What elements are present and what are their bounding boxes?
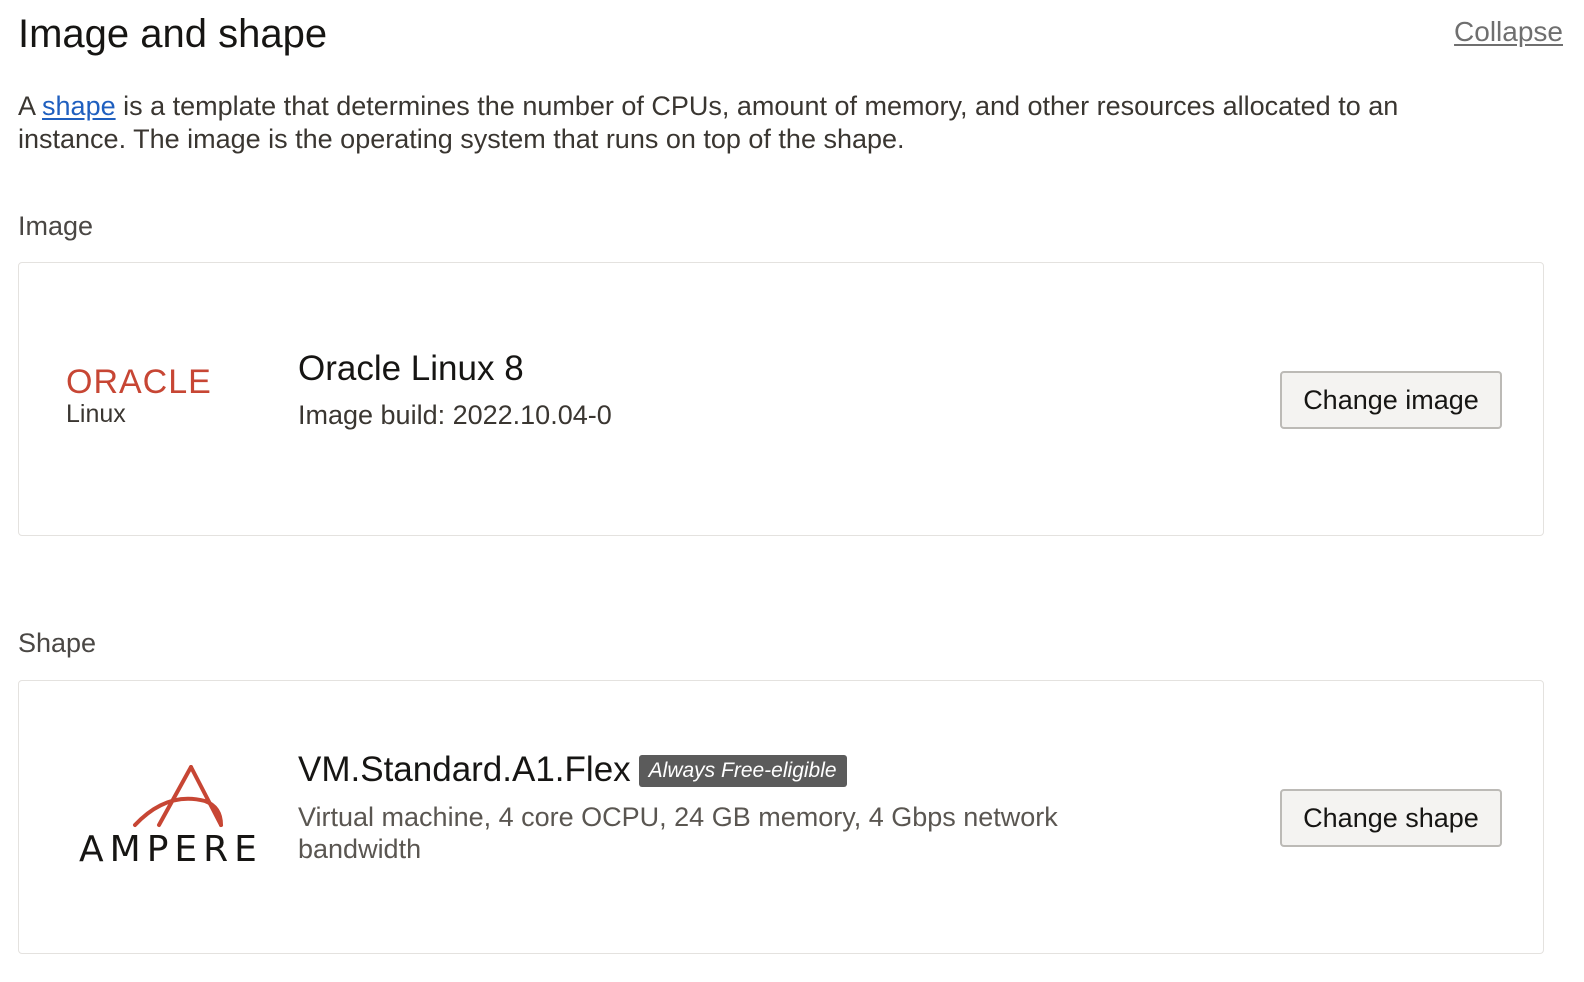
shape-card: AMPERE VM.Standard.A1.Flex Always Free-el… (18, 680, 1544, 954)
description-prefix: A (18, 91, 43, 121)
ampere-logo-mark-icon (133, 765, 223, 827)
shape-details: Virtual machine, 4 core OCPU, 24 GB memo… (298, 802, 1058, 864)
oracle-logo-sub: Linux (66, 400, 126, 428)
image-section-label: Image (18, 211, 94, 241)
always-free-badge: Always Free-eligible (638, 755, 847, 787)
ampere-logo-word: AMPERE (79, 829, 263, 870)
image-card: ORACLE Linux Oracle Linux 8 Image build:… (18, 262, 1544, 536)
oracle-linux-logo: ORACLE Linux (66, 363, 266, 429)
shape-name: VM.Standard.A1.Flex (298, 750, 631, 789)
collapse-link[interactable]: Collapse (1454, 15, 1563, 49)
section-description: A shape is a template that determines th… (18, 90, 1498, 156)
change-shape-button[interactable]: Change shape (1280, 789, 1502, 847)
description-suffix: is a template that determines the number… (18, 91, 1399, 154)
image-build: Image build: 2022.10.04-0 (298, 400, 612, 430)
page-title: Image and shape (18, 12, 328, 56)
oracle-logo-word: ORACLE (66, 363, 212, 401)
shape-link[interactable]: shape (42, 91, 116, 121)
ampere-logo: AMPERE (79, 765, 289, 870)
shape-title-row: VM.Standard.A1.Flex Always Free-eligible (298, 750, 847, 790)
image-name: Oracle Linux 8 (298, 349, 524, 388)
change-image-button[interactable]: Change image (1280, 371, 1502, 429)
shape-section-label: Shape (18, 628, 97, 658)
